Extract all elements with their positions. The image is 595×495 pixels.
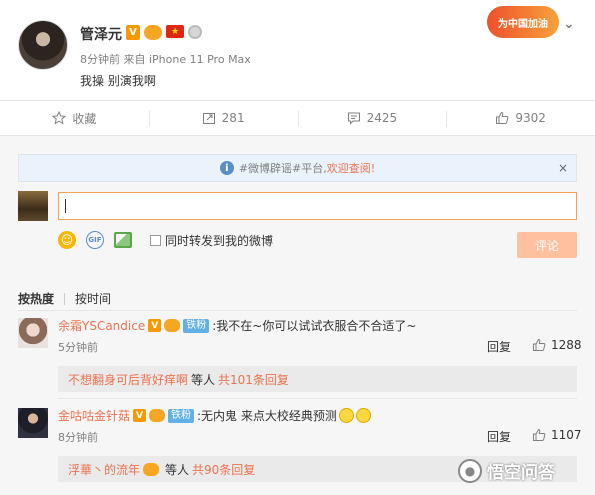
submit-comment-button[interactable]: 评论 [517, 232, 577, 258]
sync-repost-checkbox[interactable] [150, 234, 161, 246]
notice-text[interactable]: #微博辟谣#平台, [239, 160, 327, 176]
verified-v-icon[interactable]: V [148, 319, 162, 332]
reply-button[interactable]: 回复 [487, 338, 511, 355]
emoji-icon[interactable]: ☺ [58, 231, 76, 249]
medal-icon[interactable] [188, 25, 202, 39]
notice-link[interactable]: 欢迎查阅! [327, 160, 375, 176]
info-icon: i [219, 161, 234, 175]
sync-repost-label[interactable]: 同时转发到我的微博 [165, 232, 273, 249]
divider [18, 310, 577, 311]
commenter-avatar[interactable] [18, 318, 48, 348]
author-name[interactable]: 管泽元 [80, 24, 122, 44]
sub-replies-box[interactable]: 不想翻身可后背好痒啊 等人 共101条回复 [58, 366, 577, 392]
repost-icon [202, 113, 215, 124]
like-button[interactable]: 9302 [446, 101, 595, 135]
commenter-avatar[interactable] [18, 408, 48, 438]
post-source: 来自 iPhone 11 Pro Max [123, 53, 251, 66]
comment-like-button[interactable]: 1288 [532, 338, 582, 352]
sort-by-hot-tab[interactable]: 按热度 [18, 290, 54, 307]
post-time[interactable]: 8分钟前 [80, 53, 120, 66]
close-icon[interactable]: × [558, 161, 568, 175]
sub-reply-text: 等人 [191, 372, 216, 387]
comment-time: 5分钟前 [58, 341, 98, 354]
fan-badge[interactable]: 铁粉 [168, 408, 195, 423]
repost-count: 281 [221, 111, 245, 125]
watermark-text: 悟空问答 [487, 463, 555, 483]
sub-reply-count[interactable]: 共90条回复 [192, 461, 255, 478]
weibo-post: 管泽元 V ★ 8分钟前 来自 iPhone 11 Pro Max 我操 别演我… [0, 0, 595, 100]
china-flag-icon[interactable]: ★ [166, 25, 184, 38]
image-icon[interactable] [114, 232, 132, 248]
sub-reply-count[interactable]: 共101条回复 [218, 371, 289, 388]
comment-panel: i #微博辟谣#平台, 欢迎查阅! × ☺ GIF 同时转发到我的微博 评论 按… [0, 136, 595, 495]
cat-emoji-icon [355, 408, 371, 423]
sort-by-time-tab[interactable]: 按时间 [75, 290, 111, 307]
post-text: 我操 别演我啊 [80, 74, 156, 88]
sort-divider [64, 292, 66, 305]
thumbs-up-icon [533, 428, 546, 441]
member-crown-icon[interactable] [144, 25, 162, 40]
comment-button[interactable]: 2425 [297, 101, 447, 135]
text-caret [65, 199, 66, 213]
watermark: ● 悟空问答 [458, 458, 555, 483]
sub-reply-text: 等人 [165, 462, 190, 477]
star-icon [52, 111, 67, 125]
gif-icon[interactable]: GIF [86, 231, 104, 249]
member-crown-icon[interactable] [164, 319, 181, 332]
wukong-logo-icon: ● [458, 458, 482, 483]
comment-input[interactable] [58, 192, 577, 220]
comment-count: 2425 [366, 111, 398, 125]
comment-like-count: 1107 [551, 428, 582, 442]
author-avatar[interactable] [18, 20, 68, 70]
thumbs-up-icon [496, 111, 509, 124]
post-action-bar: 收藏 281 2425 9302 [0, 100, 595, 136]
post-meta: 8分钟前 来自 iPhone 11 Pro Max [80, 51, 251, 67]
comment-like-button[interactable]: 1107 [532, 428, 582, 442]
favorite-button[interactable]: 收藏 [0, 101, 149, 135]
comment-icon [347, 112, 360, 125]
verified-v-icon[interactable]: V [126, 25, 140, 40]
fan-badge[interactable]: 铁粉 [183, 318, 210, 333]
cat-emoji-icon [338, 408, 354, 423]
composer-toolbar: ☺ GIF 同时转发到我的微博 [58, 231, 273, 249]
comment-sort: 按热度 按时间 [18, 290, 111, 307]
divider [58, 398, 577, 399]
sub-reply-user[interactable]: 浮華丶的流年 [68, 461, 140, 478]
like-count: 9302 [515, 111, 546, 125]
promo-badge[interactable]: 为中国加油 [487, 6, 559, 38]
member-crown-icon[interactable] [149, 409, 166, 422]
comment-text: :无内鬼 来点大校经典预测 [197, 409, 337, 423]
favorite-label: 收藏 [72, 111, 97, 126]
comment-head: 余霜YSCandice V 铁粉 :我不在~你可以试试衣服合不合适了~ [58, 317, 416, 334]
comment-text: :我不在~你可以试试衣服合不合适了~ [212, 319, 417, 333]
commenter-name[interactable]: 余霜YSCandice [58, 317, 145, 334]
member-crown-icon [143, 462, 160, 476]
author-badges: V ★ [126, 25, 202, 40]
reply-button[interactable]: 回复 [487, 428, 511, 445]
commenter-name[interactable]: 金咕咕金针菇 [58, 407, 130, 424]
chevron-down-icon[interactable]: ⌄ [563, 16, 575, 32]
sub-reply-user[interactable]: 不想翻身可后背好痒啊 [68, 371, 188, 388]
verified-v-icon[interactable]: V [133, 409, 147, 422]
current-user-avatar[interactable] [18, 191, 48, 221]
comment-like-count: 1288 [551, 338, 582, 352]
rumor-notice-banner: i #微博辟谣#平台, 欢迎查阅! × [18, 154, 577, 182]
thumbs-up-icon [533, 338, 546, 351]
repost-button[interactable]: 281 [148, 101, 298, 135]
comment-head: 金咕咕金针菇 V 铁粉 :无内鬼 来点大校经典预测 [58, 407, 371, 424]
comment-time: 8分钟前 [58, 431, 98, 444]
